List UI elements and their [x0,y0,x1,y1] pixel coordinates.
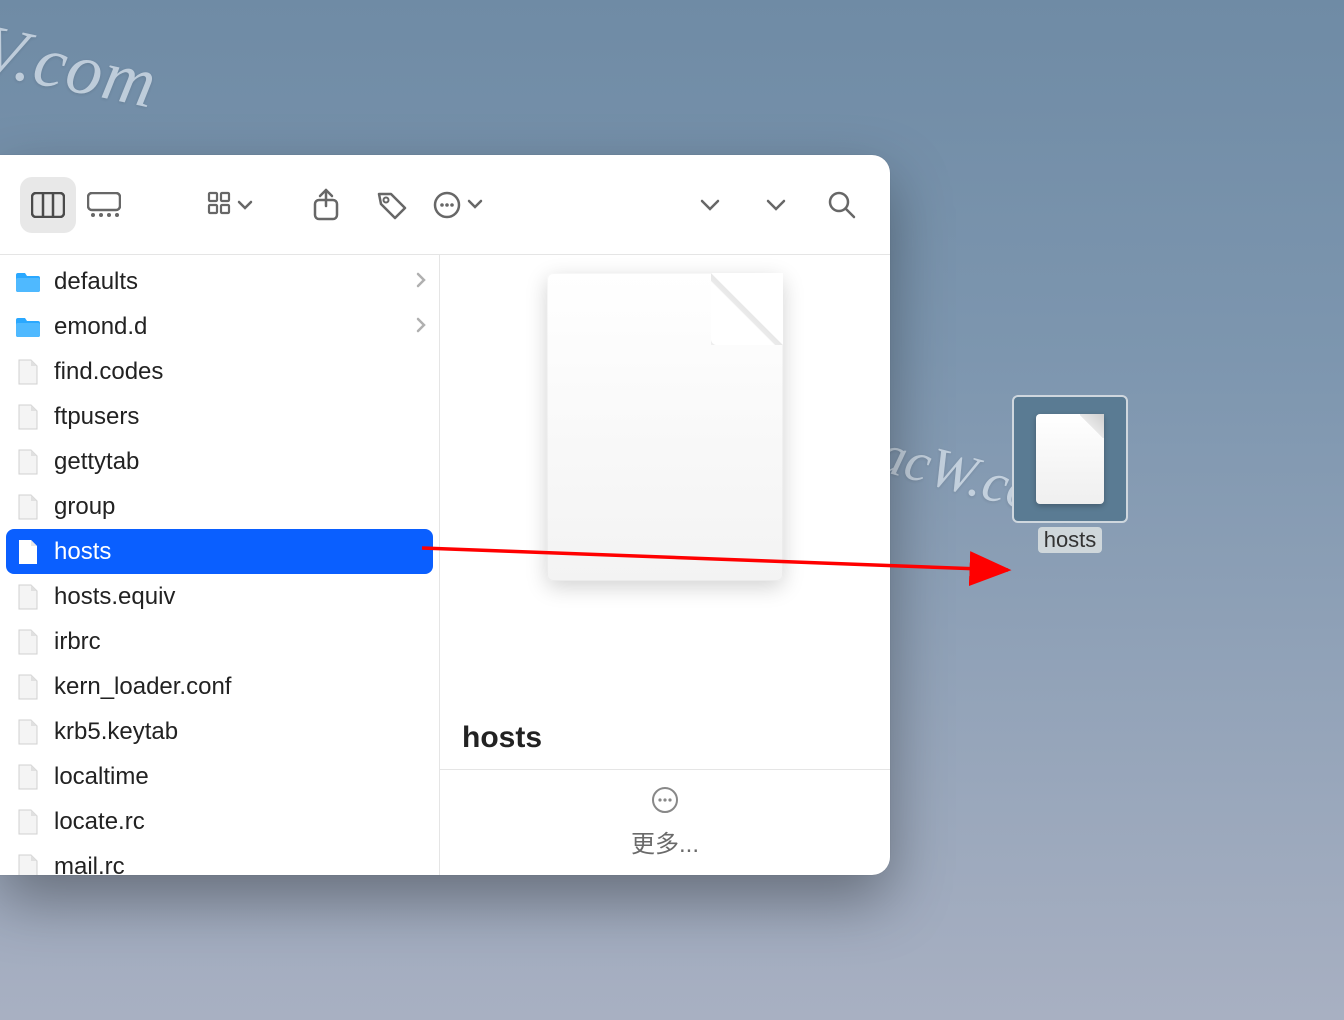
list-item[interactable]: ftpusers [0,394,439,439]
folder-icon [14,313,42,341]
file-icon [14,808,42,836]
file-icon [14,538,42,566]
more-actions-button[interactable] [647,782,683,818]
share-button[interactable] [298,177,354,233]
list-item[interactable]: krb5.keytab [0,709,439,754]
list-item[interactable]: irbrc [0,619,439,664]
list-item-label: emond.d [54,313,403,341]
view-columns-button[interactable] [20,177,76,233]
finder-content: defaults emond.d find.codes ftpusers gettyta… [0,255,890,875]
list-item-label: group [54,493,427,521]
list-item-label: kern_loader.conf [54,673,427,701]
list-item-label: hosts.equiv [54,583,427,611]
file-icon [14,718,42,746]
preview-actions: 更多... [440,769,890,875]
view-gallery-button[interactable] [76,177,132,233]
group-by-button[interactable] [202,177,258,233]
chevron-right-icon [415,313,427,341]
list-item-label: hosts [54,538,427,566]
dropdown-button-2[interactable] [748,177,804,233]
preview-filename: hosts [440,708,890,769]
list-item[interactable]: hosts.equiv [0,574,439,619]
file-icon [14,448,42,476]
list-item-label: gettytab [54,448,427,476]
finder-toolbar [0,155,890,255]
list-item[interactable]: mail.rc [0,844,439,875]
list-item[interactable]: kern_loader.conf [0,664,439,709]
list-item-label: ftpusers [54,403,427,431]
list-item[interactable]: locate.rc [0,799,439,844]
desktop-file-label: hosts [1038,527,1103,553]
list-item[interactable]: emond.d [0,304,439,349]
list-item-label: defaults [54,268,403,296]
tags-button[interactable] [364,177,420,233]
file-icon [14,628,42,656]
list-item-label: find.codes [54,358,427,386]
finder-window: defaults emond.d find.codes ftpusers gettyta… [0,155,890,875]
file-icon [14,673,42,701]
list-item[interactable]: localtime [0,754,439,799]
watermark-text: V.com [0,7,164,125]
list-item-label: irbrc [54,628,427,656]
dropdown-button-1[interactable] [682,177,738,233]
file-icon [14,403,42,431]
file-icon [14,583,42,611]
desktop-file-hosts[interactable]: hosts [1010,395,1130,553]
file-icon [14,358,42,386]
file-icon [14,493,42,521]
list-item[interactable]: hosts [6,529,433,574]
search-button[interactable] [814,177,870,233]
file-preview-icon [547,273,783,581]
more-label[interactable]: 更多... [631,824,699,859]
list-item-label: locate.rc [54,808,427,836]
file-icon [14,763,42,791]
file-icon [14,853,42,876]
list-item[interactable]: find.codes [0,349,439,394]
list-item[interactable]: defaults [0,259,439,304]
list-item[interactable]: group [0,484,439,529]
list-item-label: localtime [54,763,427,791]
file-list-column[interactable]: defaults emond.d find.codes ftpusers gettyta… [0,255,440,875]
chevron-right-icon [415,268,427,296]
folder-icon [14,268,42,296]
list-item-label: krb5.keytab [54,718,427,746]
list-item[interactable]: gettytab [0,439,439,484]
desktop-file-icon [1012,395,1128,523]
list-item-label: mail.rc [54,853,427,876]
preview-pane: hosts 更多... [440,255,890,875]
actions-menu-button[interactable] [430,177,486,233]
